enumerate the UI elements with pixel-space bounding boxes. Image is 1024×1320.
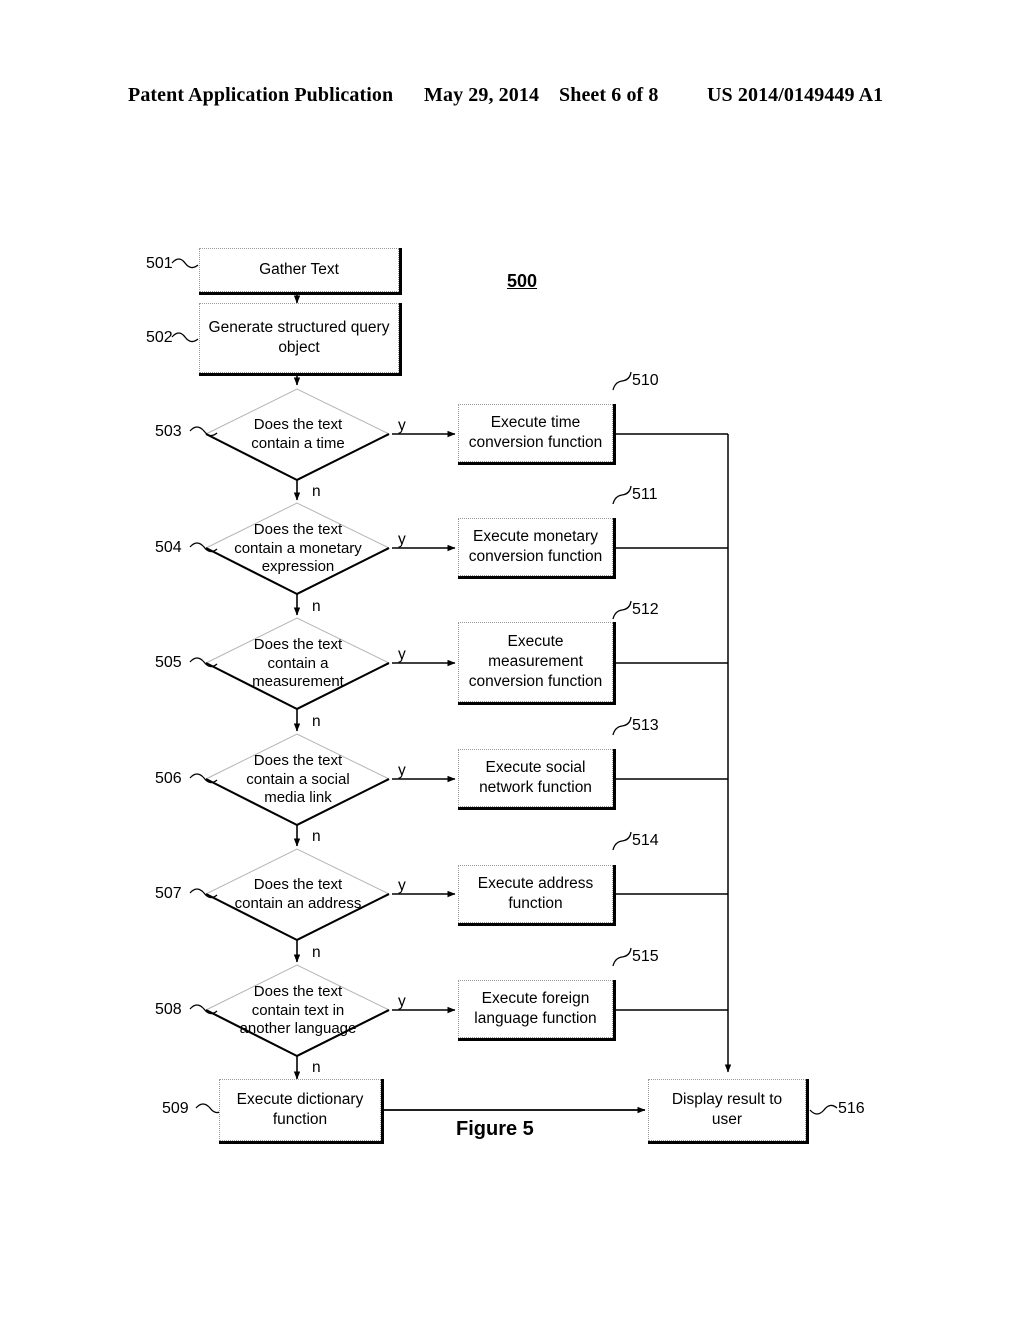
function-node-time-conversion-label: Execute time conversion function bbox=[468, 413, 603, 451]
function-node-foreign-language[interactable]: Execute foreign language function bbox=[458, 980, 613, 1038]
reference-numeral-509: 509 bbox=[162, 1100, 189, 1117]
reference-numeral-505: 505 bbox=[155, 654, 182, 671]
function-node-measurement-conversion-label: Execute measurement conversion function bbox=[468, 632, 603, 691]
decision-node-contains-social-media-link[interactable]: Does the text contain a social media lin… bbox=[206, 734, 390, 826]
reference-numeral-501: 501 bbox=[146, 255, 173, 272]
reference-numeral-511: 511 bbox=[632, 486, 658, 503]
branch-label-no-506: n bbox=[312, 828, 321, 845]
reference-numeral-502: 502 bbox=[146, 329, 173, 346]
decision-node-contains-monetary-expression[interactable]: Does the text contain a monetary express… bbox=[206, 503, 390, 595]
reference-numeral-507: 507 bbox=[155, 885, 182, 902]
decision-node-contains-foreign-language[interactable]: Does the text contain text in another la… bbox=[206, 965, 390, 1057]
flow-yes-arrows bbox=[392, 430, 456, 1014]
figure-5-flowchart: Gather Text Generate structured query ob… bbox=[0, 0, 1024, 1320]
figure-caption: Figure 5 bbox=[456, 1118, 534, 1140]
reference-numeral-508: 508 bbox=[155, 1001, 182, 1018]
branch-label-yes-503: y bbox=[398, 417, 406, 434]
decision-node-contains-address[interactable]: Does the text contain an address bbox=[206, 849, 390, 941]
function-node-foreign-language-label: Execute foreign language function bbox=[474, 989, 597, 1027]
function-node-time-conversion[interactable]: Execute time conversion function bbox=[458, 404, 613, 462]
process-node-execute-dictionary-function[interactable]: Execute dictionary function bbox=[219, 1079, 381, 1141]
decision-node-contains-monetary-expression-label: Does the text contain a monetary express… bbox=[234, 520, 362, 576]
decision-node-contains-measurement-label: Does the text contain a measurement bbox=[252, 635, 344, 691]
branch-label-yes-508: y bbox=[398, 993, 406, 1010]
terminal-node-display-result[interactable]: Display result to user bbox=[648, 1079, 806, 1141]
decision-node-contains-time[interactable]: Does the text contain a time bbox=[206, 389, 390, 481]
branch-label-yes-507: y bbox=[398, 877, 406, 894]
function-node-monetary-conversion[interactable]: Execute monetary conversion function bbox=[458, 518, 613, 576]
decision-node-contains-time-label: Does the text contain a time bbox=[251, 416, 345, 452]
process-node-generate-query-object[interactable]: Generate structured query object bbox=[199, 303, 399, 373]
result-collector-bus bbox=[616, 433, 732, 1073]
branch-label-yes-504: y bbox=[398, 531, 406, 548]
reference-numeral-515: 515 bbox=[632, 948, 659, 965]
process-node-gather-text[interactable]: Gather Text bbox=[199, 248, 399, 292]
terminal-node-display-result-label: Display result to user bbox=[671, 1090, 783, 1128]
decision-node-contains-social-media-link-label: Does the text contain a social media lin… bbox=[246, 751, 350, 807]
function-node-social-network[interactable]: Execute social network function bbox=[458, 749, 613, 807]
reference-numeral-506: 506 bbox=[155, 770, 182, 787]
function-node-monetary-conversion-label: Execute monetary conversion function bbox=[468, 527, 603, 565]
decision-node-contains-foreign-language-label: Does the text contain text in another la… bbox=[239, 982, 357, 1038]
reference-numeral-504: 504 bbox=[155, 539, 182, 556]
branch-label-yes-506: y bbox=[398, 762, 406, 779]
function-node-address[interactable]: Execute address function bbox=[458, 865, 613, 923]
process-node-execute-dictionary-function-label: Execute dictionary function bbox=[236, 1090, 364, 1128]
branch-label-no-507: n bbox=[312, 944, 321, 961]
function-node-measurement-conversion[interactable]: Execute measurement conversion function bbox=[458, 622, 613, 702]
function-node-social-network-label: Execute social network function bbox=[479, 758, 592, 796]
process-node-generate-query-object-label: Generate structured query object bbox=[208, 318, 390, 356]
branch-label-no-504: n bbox=[312, 598, 321, 615]
reference-numeral-516: 516 bbox=[838, 1100, 865, 1117]
function-node-address-label: Execute address function bbox=[477, 874, 594, 912]
branch-label-no-503: n bbox=[312, 483, 321, 500]
branch-label-no-505: n bbox=[312, 713, 321, 730]
reference-numeral-512: 512 bbox=[632, 601, 659, 618]
reference-numeral-503: 503 bbox=[155, 423, 182, 440]
reference-numeral-514: 514 bbox=[632, 832, 659, 849]
figure-number-label: 500 bbox=[507, 271, 538, 291]
branch-label-yes-505: y bbox=[398, 646, 406, 663]
branch-label-no-508: n bbox=[312, 1059, 321, 1076]
reference-numeral-513: 513 bbox=[632, 717, 659, 734]
decision-node-contains-address-label: Does the text contain an address bbox=[234, 876, 362, 912]
process-node-gather-text-label: Gather Text bbox=[259, 260, 339, 278]
decision-node-contains-measurement[interactable]: Does the text contain a measurement bbox=[206, 618, 390, 710]
reference-numeral-510: 510 bbox=[632, 372, 659, 389]
